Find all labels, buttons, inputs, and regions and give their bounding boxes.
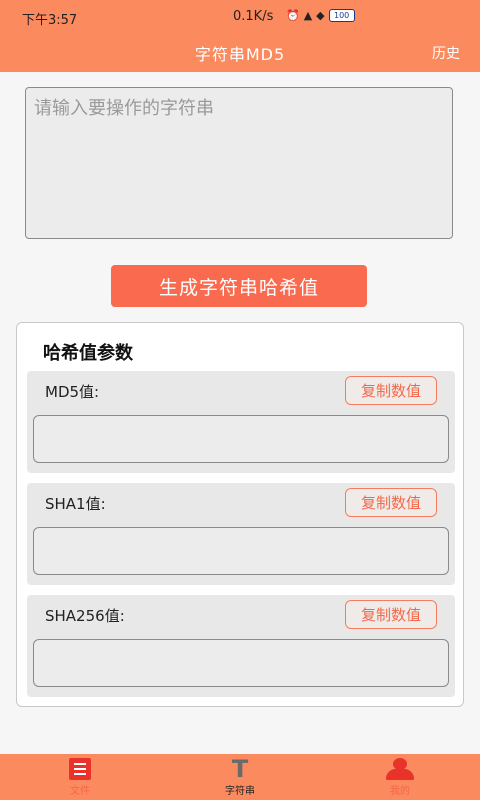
battery-icon: 100 (328, 9, 355, 22)
page-title: 字符串MD5 (194, 45, 286, 64)
sha1-row: SHA1值: 复制数值 (27, 483, 455, 585)
string-input[interactable] (26, 88, 452, 238)
sha1-label: SHA1值: (45, 495, 106, 513)
status-network-speed: 0.1K/s (233, 9, 274, 24)
status-time: 下午3:57 (22, 13, 78, 28)
signal-icon: ▲ (303, 8, 313, 22)
sha256-label: SHA256值: (45, 607, 125, 625)
tab-string-label: 字符串 (225, 786, 255, 797)
alarm-icon: ⏰ (286, 8, 300, 22)
user-icon (385, 758, 415, 780)
tab-file-label: 文件 (70, 786, 90, 797)
app-bar: 下午3:57 0.1K/s ⏰ ▲ ◆ 100 字符串MD5 历史 (0, 0, 480, 72)
text-icon: T (231, 755, 249, 783)
copy-sha256-button[interactable]: 复制数值 (345, 600, 437, 629)
document-icon (69, 758, 91, 780)
md5-row: MD5值: 复制数值 (27, 371, 455, 473)
md5-label: MD5值: (45, 383, 100, 401)
tab-mine[interactable]: 我的 (360, 758, 440, 797)
sha256-row: SHA256值: 复制数值 (27, 595, 455, 697)
tab-string[interactable]: T 字符串 (200, 755, 280, 797)
card-title: 哈希值参数 (43, 343, 133, 364)
generate-hash-button[interactable]: 生成字符串哈希值 (111, 265, 367, 307)
md5-result-field[interactable] (33, 415, 449, 463)
wifi-icon: ◆ (316, 8, 325, 22)
string-input-box[interactable] (25, 87, 453, 239)
copy-md5-button[interactable]: 复制数值 (345, 376, 437, 405)
bottom-tab-bar: 文件 T 字符串 我的 (0, 754, 480, 800)
history-button[interactable]: 历史 (432, 43, 460, 63)
sha256-result-field[interactable] (33, 639, 449, 687)
tab-mine-label: 我的 (390, 786, 410, 797)
status-icons: ⏰ ▲ ◆ 100 (286, 9, 355, 22)
copy-sha1-button[interactable]: 复制数值 (345, 488, 437, 517)
tab-file[interactable]: 文件 (40, 758, 120, 797)
hash-params-card: 哈希值参数 MD5值: 复制数值 SHA1值: 复制数值 SHA256值: 复制… (16, 322, 464, 707)
sha1-result-field[interactable] (33, 527, 449, 575)
